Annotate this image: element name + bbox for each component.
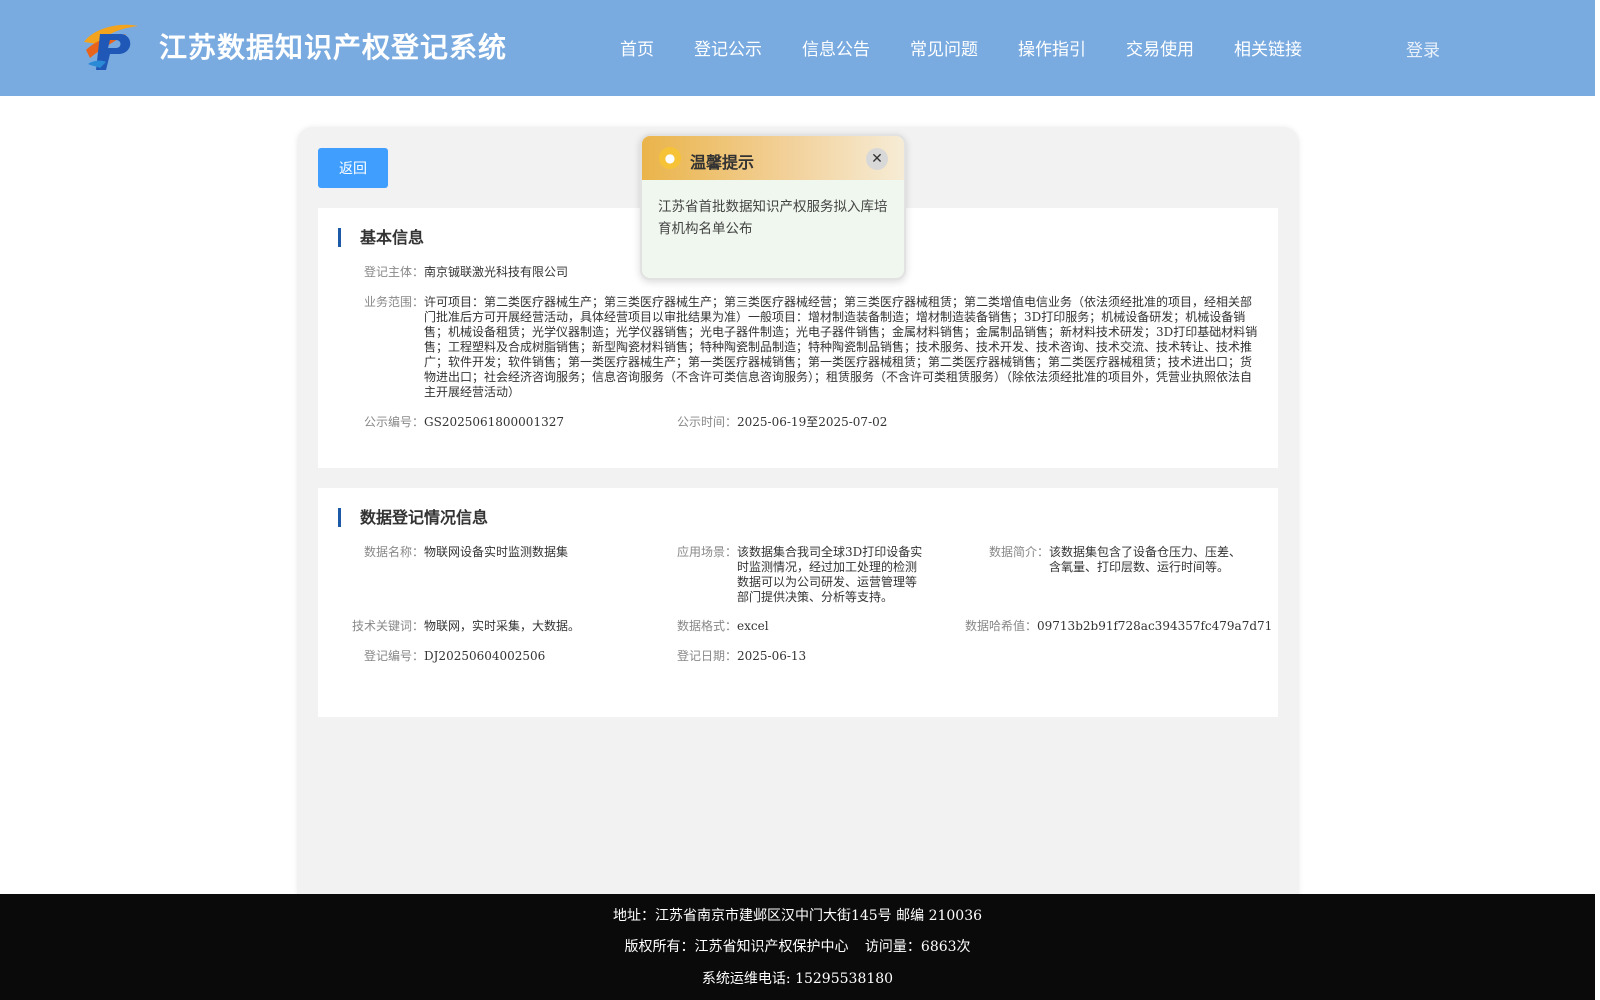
nav-home[interactable]: 首页: [620, 35, 654, 60]
site-title: 江苏数据知识产权登记系统: [159, 31, 508, 64]
field-value: 2025-06-19至2025-07-02: [737, 415, 888, 429]
popup-header: ● 温馨提示 ✕: [642, 136, 904, 180]
nav-guide[interactable]: 操作指引: [1018, 35, 1086, 60]
footer-copyright-row: 版权所有：江苏省知识产权保护中心 访问量：6863次: [0, 936, 1595, 956]
popup-notice-link[interactable]: 江苏省首批数据知识产权服务拟入库培育机构名单公布: [658, 196, 890, 240]
notice-popup: ● 温馨提示 ✕ 江苏省首批数据知识产权服务拟入库培育机构名单公布: [640, 134, 906, 280]
field-application-scene: 应用场景： 该数据集合我司全球3D打印设备实时监测情况，经过加工处理的检测数据可…: [665, 545, 927, 605]
data-registration-panel: 数据登记情况信息 数据名称： 物联网设备实时监测数据集 应用场景： 该数据集合我…: [318, 488, 1278, 717]
field-label: 登记编号：: [363, 649, 424, 663]
field-value: 南京铖联激光科技有限公司: [424, 265, 569, 279]
nav-faq[interactable]: 常见问题: [910, 35, 978, 60]
login-link[interactable]: 登录: [1406, 36, 1440, 61]
field-business-scope: 业务范围： 许可项目：第二类医疗器械生产；第三类医疗器械生产；第三类医疗器械经营…: [364, 295, 1258, 400]
close-icon[interactable]: ✕: [866, 148, 888, 170]
field-registration-number: 登记编号： DJ20250604002506: [352, 649, 642, 664]
field-label: 数据格式：: [676, 619, 737, 633]
field-value: 该数据集包含了设备仓压力、压差、含氧量、打印层数、运行时间等。: [1049, 545, 1242, 574]
field-label: 业务范围：: [364, 295, 425, 309]
footer-copyright: 版权所有：江苏省知识产权保护中心: [624, 939, 849, 955]
field-registration-date: 登记日期： 2025-06-13: [665, 649, 927, 664]
field-value: 物联网，实时采集，大数据。: [424, 619, 581, 633]
field-value: 许可项目：第二类医疗器械生产；第三类医疗器械生产；第三类医疗器械经营；第三类医疗…: [424, 295, 1258, 399]
field-value: 2025-06-13: [737, 649, 807, 663]
field-label: 公示时间：: [677, 415, 738, 429]
field-label: 登记日期：: [676, 649, 737, 663]
site-header: 江苏数据知识产权登记系统 首页 登记公示 信息公告 常见问题 操作指引 交易使用…: [0, 0, 1595, 96]
nav-announcements[interactable]: 信息公告: [802, 35, 870, 60]
field-value: GS2025061800001327: [424, 415, 564, 429]
lightbulb-icon: ●: [659, 147, 681, 169]
field-label: 公示编号：: [364, 415, 425, 429]
field-label: 数据哈希值：: [965, 619, 1038, 633]
field-publicity-time: 公示时间： 2025-06-19至2025-07-02: [677, 415, 887, 430]
nav-transaction[interactable]: 交易使用: [1126, 35, 1194, 60]
field-data-intro: 数据简介： 该数据集包含了设备仓压力、压差、含氧量、打印层数、运行时间等。: [965, 545, 1245, 575]
field-data-name: 数据名称： 物联网设备实时监测数据集: [352, 545, 642, 560]
field-data-hash: 数据哈希值： 09713b2b91f728ac394357fc479a7d71: [965, 619, 1272, 634]
footer-visits: 访问量：6863次: [864, 939, 971, 955]
field-subject: 登记主体： 南京铖联激光科技有限公司: [364, 265, 568, 280]
nav-links[interactable]: 相关链接: [1234, 35, 1302, 60]
field-label: 登记主体：: [364, 265, 425, 279]
section-title-basic: 基本信息: [338, 228, 424, 247]
field-label: 技术关键词：: [352, 619, 425, 633]
site-footer: 地址：江苏省南京市建邺区汉中门大街145号 邮编 210036 版权所有：江苏省…: [0, 894, 1595, 1000]
footer-phone: 系统运维电话: 15295538180: [701, 971, 894, 987]
field-value: 物联网设备实时监测数据集: [424, 545, 569, 559]
field-label: 应用场景：: [676, 545, 737, 559]
popup-title: 温馨提示: [690, 153, 755, 172]
field-data-format: 数据格式： excel: [665, 619, 927, 634]
back-button[interactable]: 返回: [318, 148, 388, 188]
field-value: 09713b2b91f728ac394357fc479a7d71: [1037, 619, 1273, 633]
field-value: DJ20250604002506: [424, 649, 546, 663]
field-label: 数据名称：: [363, 545, 424, 559]
field-value: excel: [737, 619, 769, 633]
field-tech-keywords: 技术关键词： 物联网，实时采集，大数据。: [352, 619, 642, 634]
field-label: 数据简介：: [988, 545, 1049, 559]
field-publicity-number: 公示编号： GS2025061800001327: [364, 415, 564, 430]
field-value: 该数据集合我司全球3D打印设备实时监测情况，经过加工处理的检测数据可以为公司研发…: [737, 545, 923, 604]
main-nav: 首页 登记公示 信息公告 常见问题 操作指引 交易使用 相关链接: [620, 35, 1342, 60]
section-title-data: 数据登记情况信息: [338, 508, 488, 527]
footer-address: 地址：江苏省南京市建邺区汉中门大街145号 邮编 210036: [612, 908, 983, 924]
logo-icon[interactable]: [80, 20, 140, 72]
nav-registration-publicity[interactable]: 登记公示: [694, 35, 762, 60]
